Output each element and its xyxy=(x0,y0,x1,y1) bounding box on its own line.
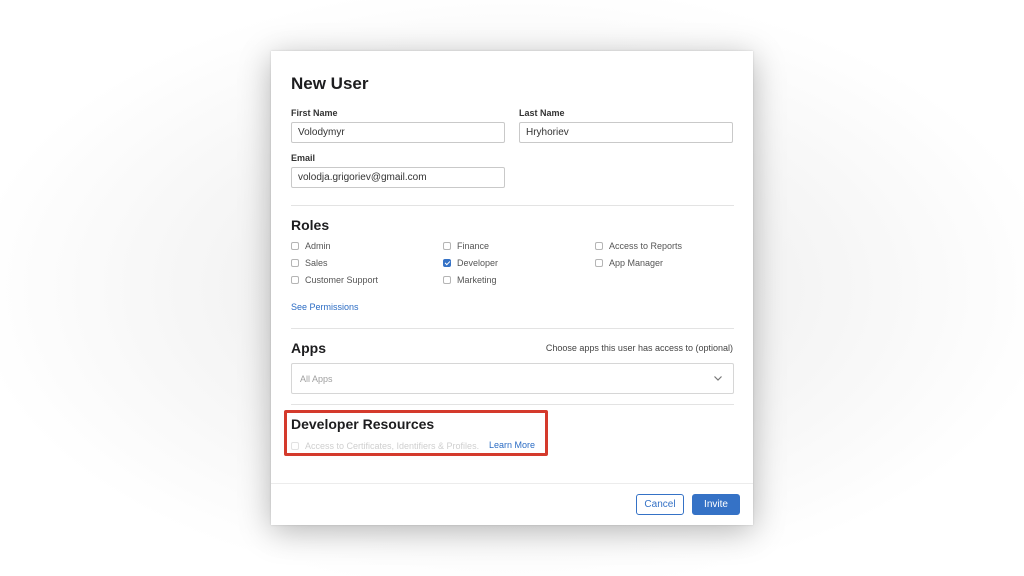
role-label: Developer xyxy=(457,258,499,268)
checkbox-icon[interactable] xyxy=(291,259,299,267)
apps-select-value: All Apps xyxy=(300,374,333,384)
email-label: Email xyxy=(291,153,316,163)
checkbox-icon[interactable] xyxy=(595,259,603,267)
apps-select[interactable]: All Apps xyxy=(291,363,734,394)
chevron-down-icon xyxy=(714,376,722,381)
role-app-manager[interactable]: App Manager xyxy=(595,257,663,269)
footer-divider xyxy=(271,483,753,484)
role-finance[interactable]: Finance xyxy=(443,240,489,252)
first-name-input[interactable] xyxy=(291,122,505,143)
checkbox-icon[interactable] xyxy=(443,242,451,250)
first-name-label: First Name xyxy=(291,108,338,118)
divider xyxy=(291,328,734,329)
checkbox-icon[interactable] xyxy=(291,276,299,284)
apps-title: Apps xyxy=(291,340,326,356)
role-label: Admin xyxy=(305,241,331,251)
role-access-to-reports[interactable]: Access to Reports xyxy=(595,240,682,252)
invite-button[interactable]: Invite xyxy=(692,494,740,515)
role-label: Access to Reports xyxy=(609,241,683,251)
role-label: Marketing xyxy=(457,275,497,285)
see-permissions-link[interactable]: See Permissions xyxy=(291,302,359,312)
last-name-label: Last Name xyxy=(519,108,565,118)
checkbox-icon[interactable] xyxy=(443,276,451,284)
checkbox-icon[interactable] xyxy=(595,242,603,250)
checkbox-icon[interactable] xyxy=(291,242,299,250)
dialog-title: New User xyxy=(291,74,369,93)
highlight-box xyxy=(284,410,548,456)
role-label: Sales xyxy=(305,258,328,268)
role-sales[interactable]: Sales xyxy=(291,257,328,269)
role-label: Finance xyxy=(457,241,490,251)
divider xyxy=(291,205,734,206)
role-customer-support[interactable]: Customer Support xyxy=(291,274,378,286)
email-input[interactable] xyxy=(291,167,505,188)
role-label: Customer Support xyxy=(305,275,379,285)
divider xyxy=(291,404,734,405)
last-name-input[interactable] xyxy=(519,122,733,143)
role-admin[interactable]: Admin xyxy=(291,240,331,252)
cancel-button[interactable]: Cancel xyxy=(636,494,684,515)
role-developer[interactable]: Developer xyxy=(443,257,498,269)
roles-title: Roles xyxy=(291,217,330,233)
apps-hint: Choose apps this user has access to (opt… xyxy=(545,343,733,353)
checkbox-checked-icon[interactable] xyxy=(443,259,451,267)
role-label: App Manager xyxy=(609,258,664,268)
role-marketing[interactable]: Marketing xyxy=(443,274,497,286)
